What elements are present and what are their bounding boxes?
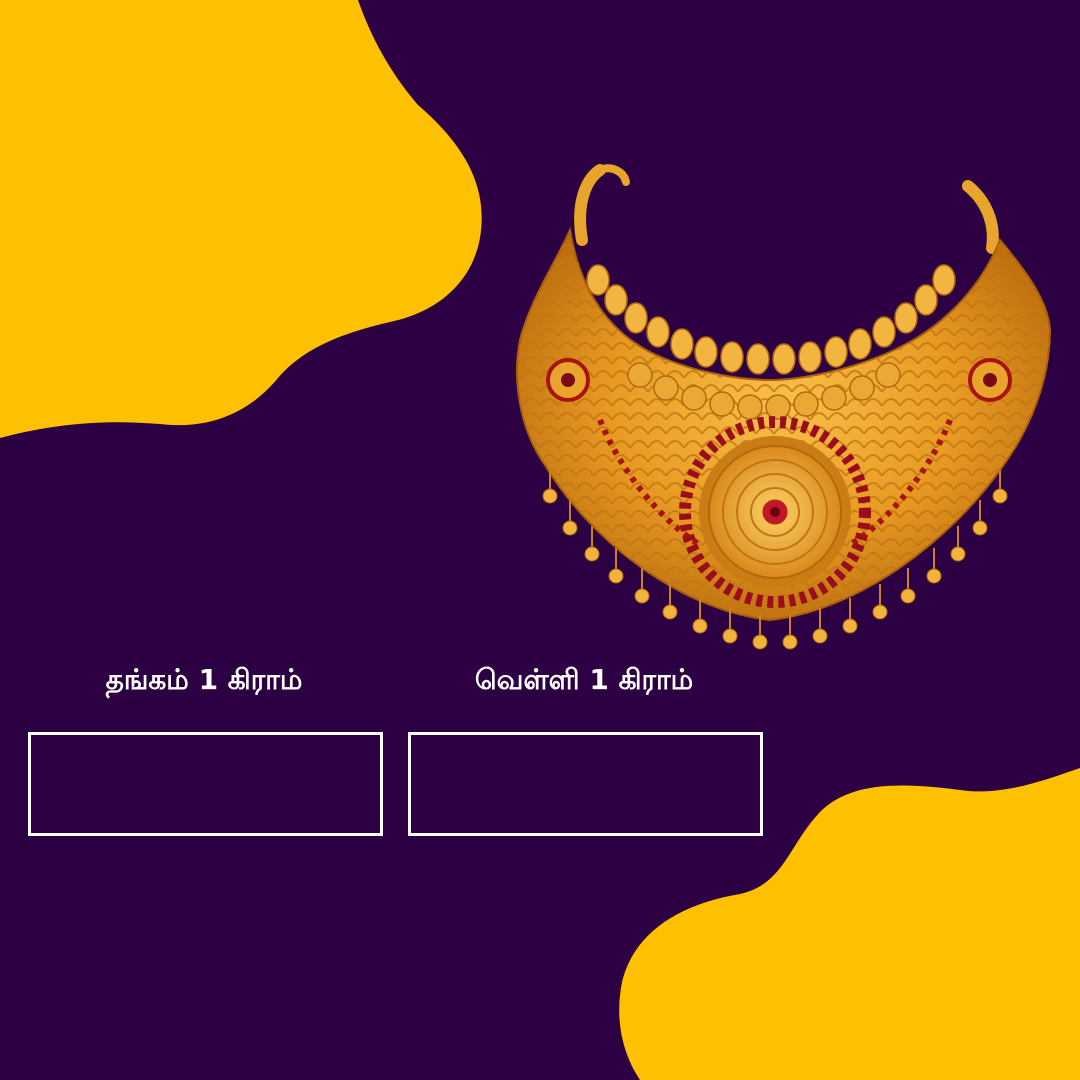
gold-choker-necklace xyxy=(516,164,1052,650)
gold-rate-label: தங்கம் 1 கிராம் xyxy=(105,663,303,696)
rate-card: தங்கம் 1 கிராம் வெள்ளி 1 கிராம் xyxy=(0,0,1080,1080)
silver-rate-label: வெள்ளி 1 கிராம் xyxy=(474,663,694,696)
gold-rate-box xyxy=(28,732,383,836)
silver-rate-box xyxy=(408,732,763,836)
